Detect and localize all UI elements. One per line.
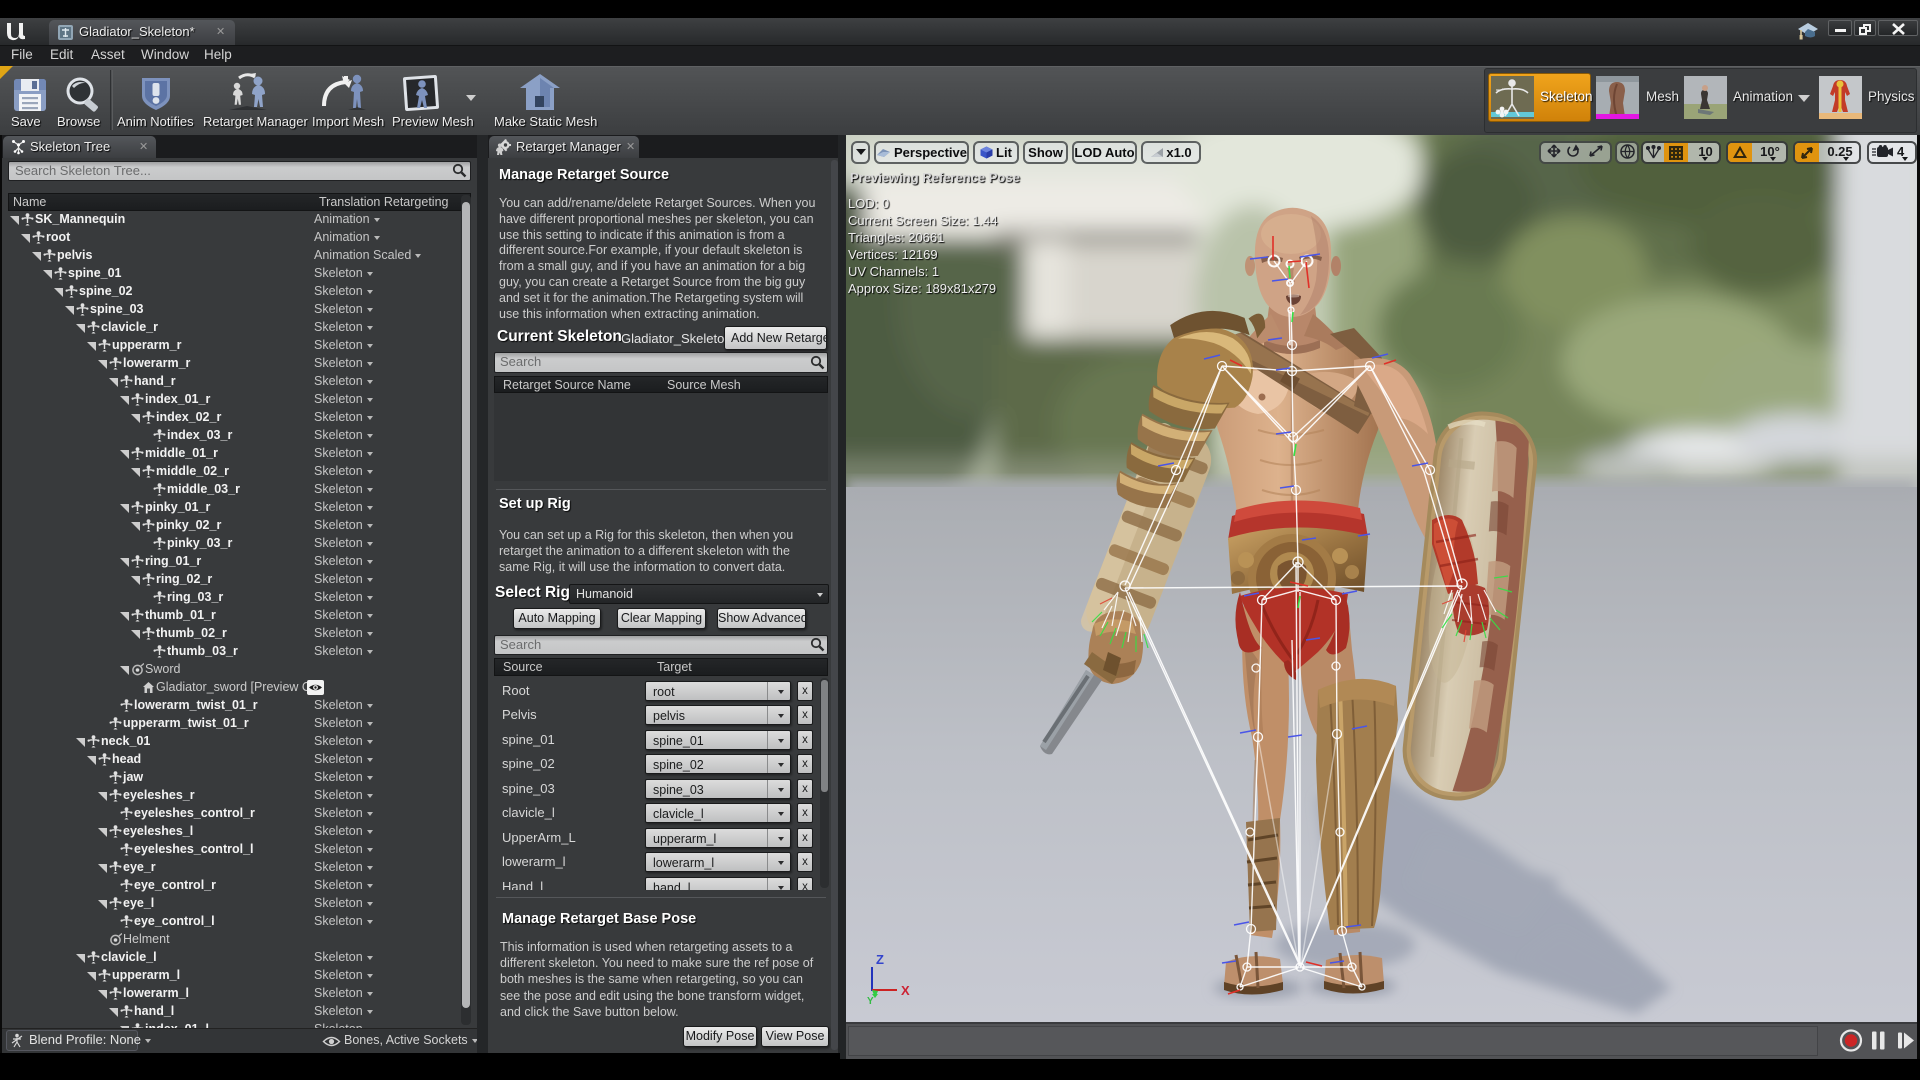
- svg-text:Z: Z: [876, 952, 884, 967]
- svg-text:X: X: [901, 983, 910, 998]
- svg-text:Y: Y: [867, 996, 874, 1005]
